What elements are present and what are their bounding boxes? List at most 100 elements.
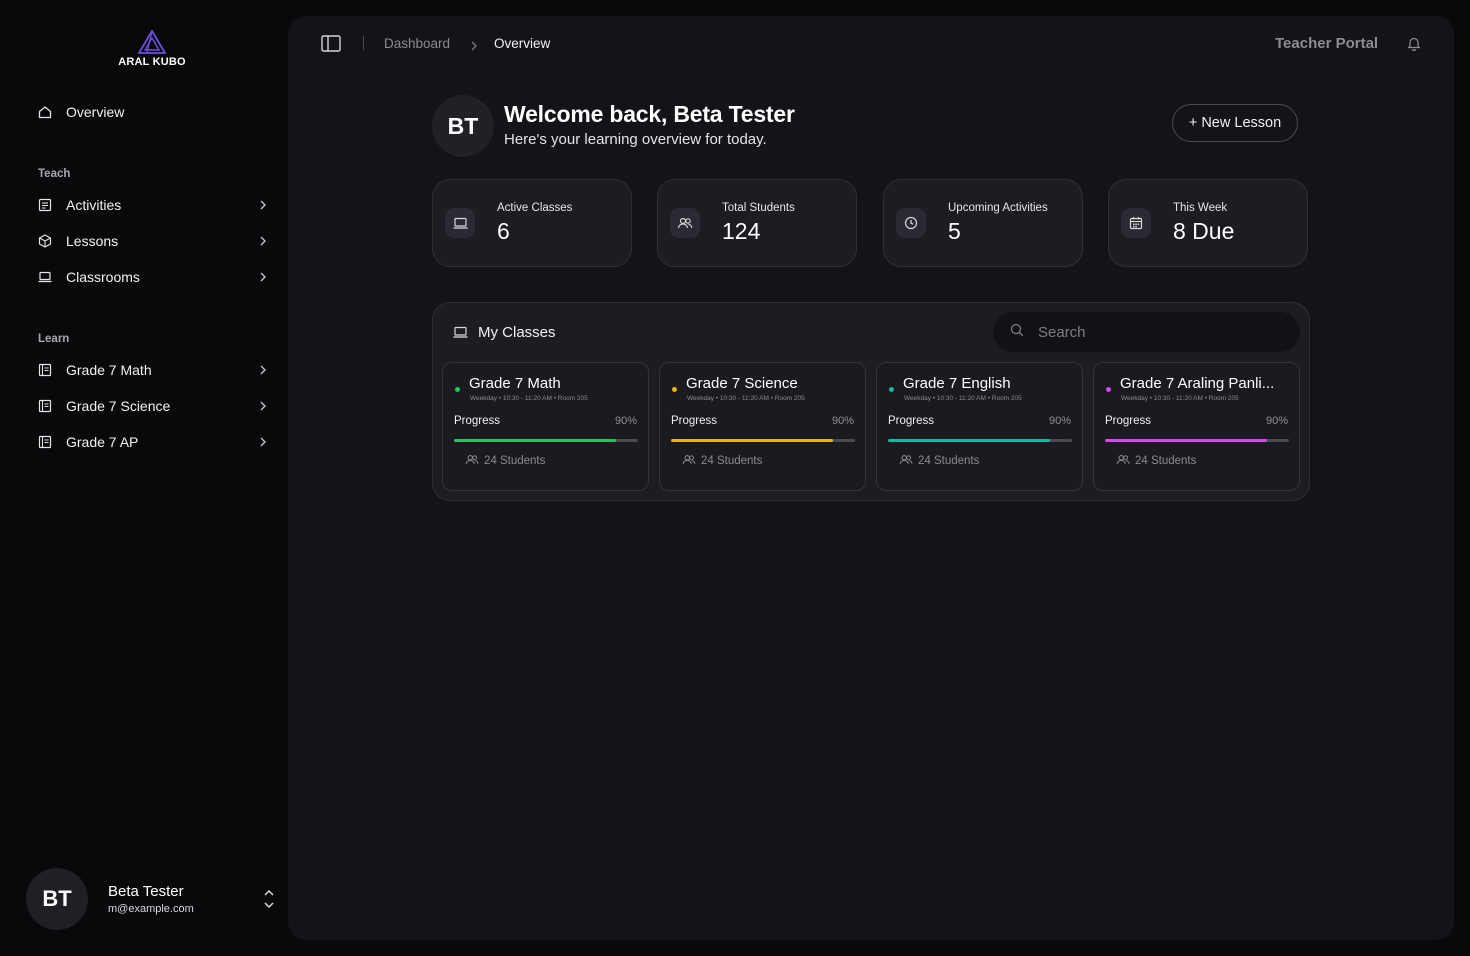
class-card[interactable]: Grade 7 Araling Panli... Weekday • 10:30… (1093, 362, 1300, 491)
class-card[interactable]: Grade 7 Math Weekday • 10:30 - 11:20 AM … (442, 362, 649, 491)
class-name: Grade 7 English (903, 375, 1011, 392)
progress-label: Progress (888, 415, 935, 427)
sidebar-item-label: Lessons (66, 233, 119, 249)
section-title-teach: Teach (38, 168, 71, 180)
progress-bar-fill (671, 439, 833, 442)
stat-card-active-classes: Active Classes 6 (432, 179, 632, 267)
class-schedule: Weekday • 10:30 - 11:20 AM • Room 205 (687, 395, 805, 402)
student-count-text: 24 Students (701, 455, 763, 467)
chevron-right-icon (470, 38, 478, 56)
stat-card-this-week: This Week 8 Due (1108, 179, 1308, 267)
users-icon (899, 454, 913, 468)
divider (363, 36, 364, 50)
stat-value: 124 (722, 218, 761, 244)
class-card[interactable]: Grade 7 English Weekday • 10:30 - 11:20 … (876, 362, 1083, 491)
status-dot (1106, 387, 1111, 392)
stat-label: Upcoming Activities (948, 202, 1048, 214)
book-icon (38, 399, 52, 413)
user-menu[interactable]: BT Beta Tester m@example.com (26, 868, 276, 930)
chevron-right-icon (258, 401, 268, 411)
stat-card-total-students: Total Students 124 (657, 179, 857, 267)
stat-value: 8 Due (1173, 218, 1235, 244)
progress-value: 90% (831, 415, 854, 427)
bell-icon[interactable] (1407, 36, 1421, 56)
section-title: My Classes (478, 324, 556, 341)
progress-label: Progress (1105, 415, 1152, 427)
progress-bar (454, 439, 638, 442)
user-info: Beta Tester m@example.com (108, 883, 262, 915)
laptop-icon (453, 326, 468, 344)
progress-bar-fill (1105, 439, 1267, 442)
chevron-right-icon (258, 272, 268, 282)
status-dot (455, 387, 460, 392)
sidebar-item-label: Classrooms (66, 269, 140, 285)
chevron-right-icon (258, 236, 268, 246)
progress-value: 90% (1048, 415, 1071, 427)
chevron-right-icon (258, 200, 268, 210)
home-icon (38, 105, 52, 119)
student-count-text: 24 Students (1135, 455, 1197, 467)
sidebar-item-grade7-ap[interactable]: Grade 7 AP (38, 430, 268, 454)
sidebar-toggle-icon[interactable] (321, 35, 341, 52)
book-icon (38, 435, 52, 449)
clock-icon (896, 208, 926, 238)
status-dot (889, 387, 894, 392)
sidebar-item-classrooms[interactable]: Classrooms (38, 265, 268, 289)
users-icon (1116, 454, 1130, 468)
progress-value: 90% (1265, 415, 1288, 427)
activity-icon (38, 198, 52, 212)
user-email: m@example.com (108, 903, 194, 915)
chevron-right-icon (258, 365, 268, 375)
portal-label: Teacher Portal (1275, 35, 1379, 52)
student-count-text: 24 Students (918, 455, 980, 467)
progress-label: Progress (671, 415, 718, 427)
sidebar-item-grade7-math[interactable]: Grade 7 Math (38, 358, 268, 382)
progress-bar-fill (888, 439, 1050, 442)
calendar-icon (1121, 208, 1151, 238)
student-count: 24 Students (465, 454, 545, 468)
stat-value: 6 (497, 218, 510, 244)
laptop-icon (38, 270, 52, 284)
sidebar-item-label: Grade 7 Science (66, 398, 171, 414)
progress-bar-fill (454, 439, 616, 442)
class-name: Grade 7 Science (686, 375, 798, 392)
student-count: 24 Students (899, 454, 979, 468)
sidebar-item-activities[interactable]: Activities (38, 193, 268, 217)
sidebar-item-label: Grade 7 Math (66, 362, 152, 378)
new-lesson-button[interactable]: + New Lesson (1172, 104, 1298, 142)
student-count: 24 Students (682, 454, 762, 468)
page-title: Welcome back, Beta Tester (504, 101, 795, 127)
progress-label: Progress (454, 415, 501, 427)
class-card[interactable]: Grade 7 Science Weekday • 10:30 - 11:20 … (659, 362, 866, 491)
sidebar-item-overview[interactable]: Overview (38, 100, 268, 124)
status-dot (672, 387, 677, 392)
student-count-text: 24 Students (484, 455, 546, 467)
class-name: Grade 7 Math (469, 375, 561, 392)
progress-bar (671, 439, 855, 442)
sidebar-item-lessons[interactable]: Lessons (38, 229, 268, 253)
search-input[interactable]: Search (993, 312, 1300, 352)
stat-label: Active Classes (497, 202, 573, 214)
laptop-icon (445, 208, 475, 238)
user-name: Beta Tester (108, 883, 184, 900)
progress-bar (888, 439, 1072, 442)
users-icon (670, 208, 700, 238)
class-schedule: Weekday • 10:30 - 11:20 AM • Room 205 (1121, 395, 1239, 402)
progress-value: 90% (614, 415, 637, 427)
stat-label: Total Students (722, 202, 795, 214)
search-icon (1010, 323, 1024, 342)
users-icon (465, 454, 479, 468)
search-placeholder: Search (1038, 323, 1086, 341)
sidebar-item-grade7-science[interactable]: Grade 7 Science (38, 394, 268, 418)
chevron-up-down-icon[interactable] (262, 889, 276, 909)
brand-logo[interactable]: ARAL KUBO (118, 30, 186, 68)
class-schedule: Weekday • 10:30 - 11:20 AM • Room 205 (470, 395, 588, 402)
class-name: Grade 7 Araling Panli... (1120, 375, 1275, 392)
progress-bar (1105, 439, 1289, 442)
my-classes-panel: My Classes Search Grade 7 Math Weekday •… (432, 302, 1310, 501)
breadcrumb-dashboard[interactable]: Dashboard (384, 36, 450, 51)
student-count: 24 Students (1116, 454, 1196, 468)
main-panel: Dashboard Overview Teacher Portal BT Wel… (288, 16, 1454, 940)
topbar: Dashboard Overview Teacher Portal (288, 16, 1454, 72)
section-title-learn: Learn (38, 333, 70, 345)
